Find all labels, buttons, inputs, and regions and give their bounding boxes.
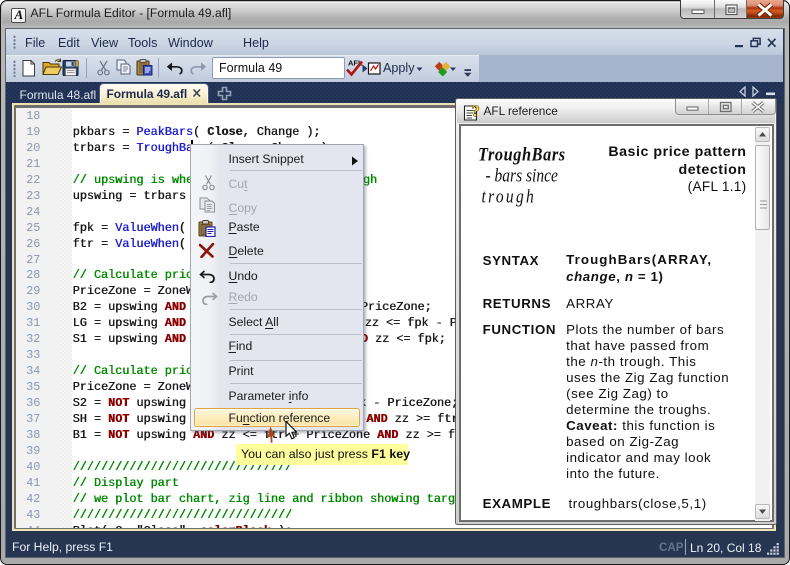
svg-text:?: ? (471, 102, 479, 121)
